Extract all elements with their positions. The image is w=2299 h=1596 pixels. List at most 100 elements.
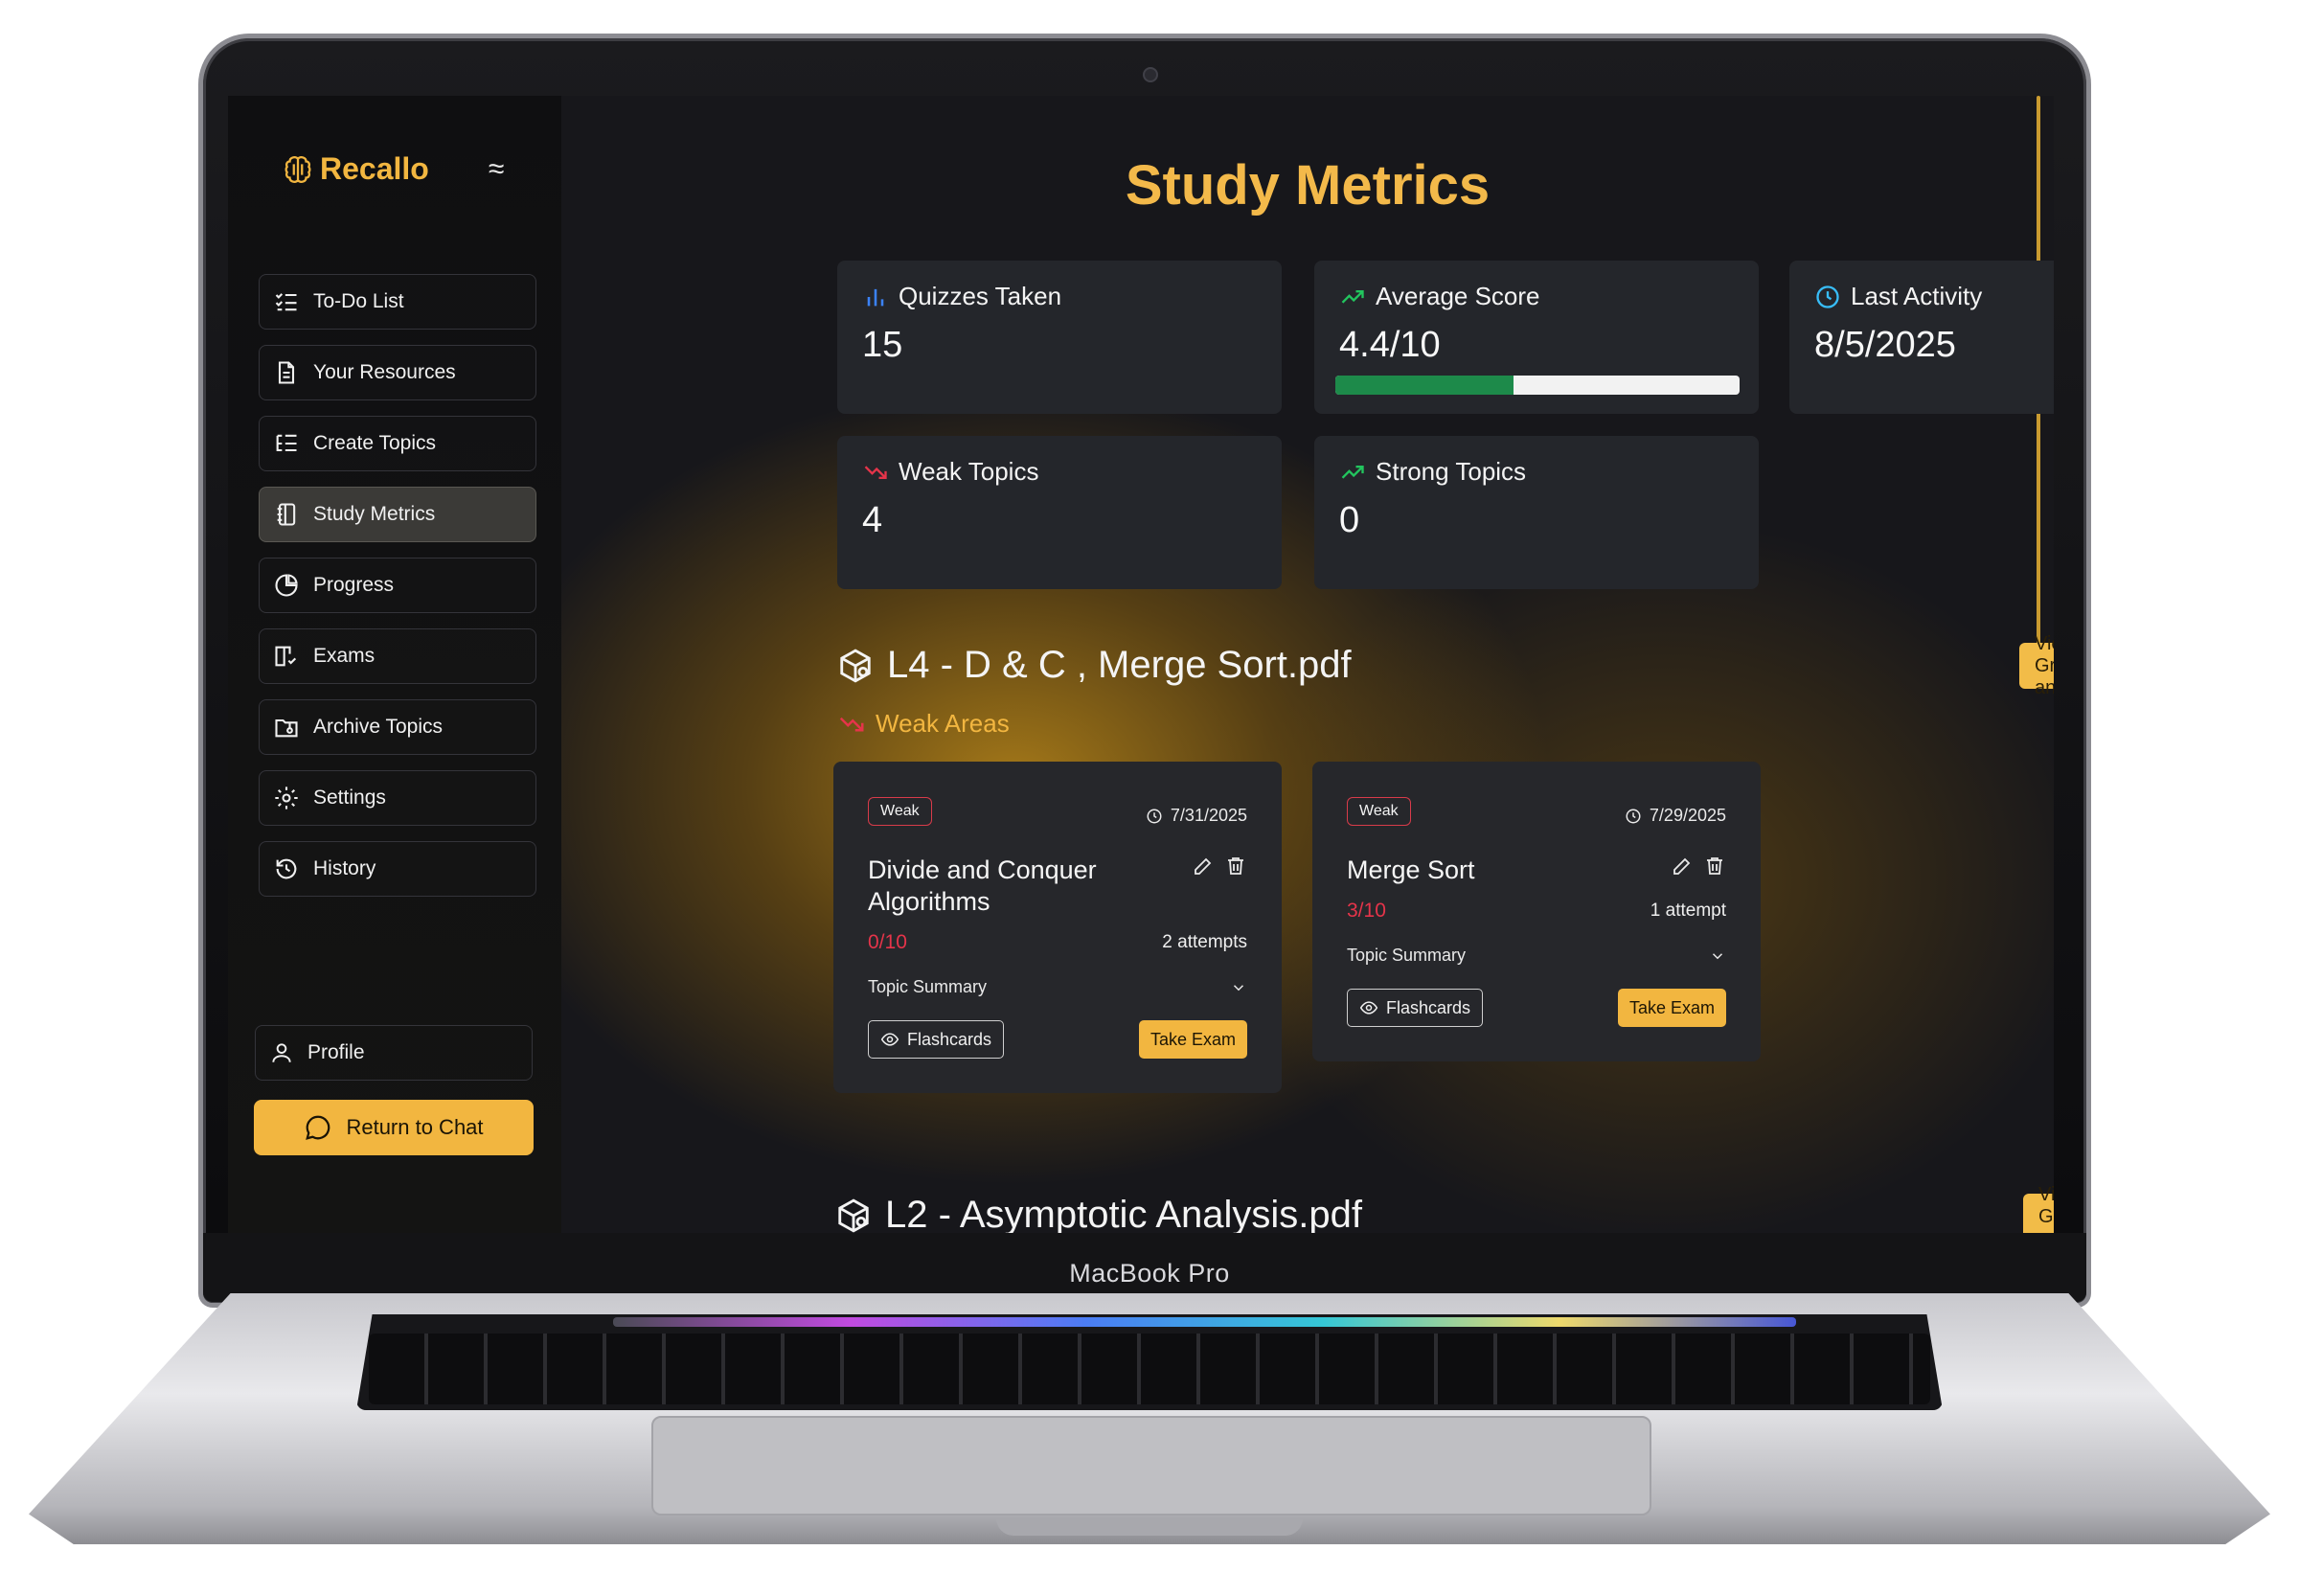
topic-summary-toggle[interactable]: Topic Summary (868, 977, 1247, 997)
sidebar-item-label: To-Do List (313, 290, 404, 312)
book-open-check-icon (275, 646, 297, 667)
bar-chart-icon (867, 288, 884, 306)
eye-icon (1359, 1001, 1378, 1015)
view-graph-analysis-button[interactable]: View Graph analysis (2019, 633, 2054, 698)
trackpad (651, 1416, 1651, 1516)
sidebar-item-label: Your Resources (313, 361, 456, 383)
weak-areas-label: Weak Areas (876, 709, 1010, 738)
sidebar-item-label: Study Metrics (313, 503, 436, 525)
history-icon (276, 858, 297, 879)
flashcards-button[interactable]: Flashcards (1347, 989, 1484, 1027)
take-exam-button[interactable]: Take Exam (1617, 989, 1726, 1027)
eye-icon (880, 1033, 899, 1046)
return-to-chat-label: Return to Chat (346, 1115, 484, 1139)
metric-value: 0 (1339, 500, 1360, 540)
metric-label: Weak Topics (899, 457, 1039, 486)
sidebar-item-label: History (313, 857, 376, 879)
trash-icon[interactable] (1703, 855, 1726, 878)
sidebar-item-create-topics[interactable]: Create Topics (259, 416, 536, 471)
camera-icon (1143, 67, 1158, 82)
profile-label: Profile (307, 1041, 365, 1063)
status-badge: Weak (1347, 796, 1411, 826)
package-search-icon (838, 1198, 869, 1232)
topic-attempts: 1 attempt (1650, 901, 1726, 921)
sidebar-item-exams[interactable]: Exams (259, 628, 536, 684)
topic-title: Divide and Conquer Algorithms (868, 855, 1097, 916)
score-progress-bar (1335, 376, 1740, 395)
page-title: Study Metrics (1125, 154, 1491, 217)
chevron-down-icon (1712, 952, 1723, 959)
sidebar-item-label: Settings (313, 787, 386, 809)
clock-icon (1816, 285, 1839, 308)
status-badge: Weak (868, 796, 932, 826)
document-icon (278, 361, 295, 384)
sidebar-item-label: Progress (313, 574, 395, 596)
topic-date: 7/31/2025 (1146, 806, 1247, 826)
brain-icon (285, 155, 311, 183)
metric-card-last-activity: Last Activity 8/5/2025 (1789, 261, 2054, 414)
metric-label: Last Activity (1851, 282, 1983, 310)
sidebar-item-label: Archive Topics (313, 716, 444, 738)
pencil-icon[interactable] (1192, 855, 1215, 878)
pie-chart-icon (275, 574, 298, 597)
sidebar-nav: To-Do List Your Resources Create Topics … (259, 274, 536, 912)
metric-card-quizzes-taken: Quizzes Taken 15 (837, 261, 1282, 414)
document-title: L2 - Asymptotic Analysis.pdf (835, 1194, 1362, 1233)
clock-icon (1147, 809, 1162, 823)
chat-bubble-icon (306, 1115, 330, 1140)
trending-up-icon (1341, 465, 1364, 479)
topic-score: 3/10 (1347, 900, 1386, 922)
trending-up-icon (1341, 289, 1364, 304)
topic-date-text: 7/31/2025 (1170, 806, 1247, 825)
topic-attempts: 2 attempts (1162, 932, 1247, 952)
metric-value: 15 (862, 325, 903, 365)
clock-icon (1626, 809, 1641, 823)
sidebar-item-to-do-list[interactable]: To-Do List (259, 274, 536, 330)
topic-summary-label: Topic Summary (868, 977, 988, 996)
weak-areas-heading: Weak Areas (837, 709, 1010, 739)
metric-value: 4 (862, 500, 883, 540)
topic-date-text: 7/29/2025 (1649, 806, 1726, 825)
pencil-icon[interactable] (1671, 855, 1694, 878)
touch-bar (613, 1317, 1796, 1327)
metric-label: Strong Topics (1376, 457, 1527, 486)
topic-card: Weak 7/29/2025 Merge Sort 3/10 1 attempt… (1312, 762, 1761, 1061)
sidebar-item-archive-topics[interactable]: Archive Topics (259, 699, 536, 755)
metric-value: 4.4/10 (1339, 325, 1441, 365)
trash-icon[interactable] (1224, 855, 1247, 878)
notebook-icon (277, 503, 296, 526)
metric-card-average-score: Average Score 4.4/10 (1314, 261, 1759, 414)
view-graph-analysis-button[interactable]: View Graph analysis (2023, 1184, 2054, 1233)
topic-summary-toggle[interactable]: Topic Summary (1347, 946, 1726, 966)
gear-icon (275, 787, 298, 809)
sidebar-item-study-metrics[interactable]: Study Metrics (259, 487, 536, 542)
app-screen: Recallo ≈ To-Do List Your Resources Crea… (228, 96, 2054, 1233)
sidebar-item-progress[interactable]: Progress (259, 558, 536, 613)
brand-logo[interactable]: Recallo (282, 151, 429, 187)
sidebar-item-history[interactable]: History (259, 841, 536, 897)
sidebar-item-your-resources[interactable]: Your Resources (259, 345, 536, 400)
keyboard-keys (369, 1334, 1930, 1404)
return-to-chat-button[interactable]: Return to Chat (254, 1100, 534, 1155)
sidebar-item-profile[interactable]: Profile (255, 1025, 533, 1081)
score-progress-fill (1335, 376, 1514, 395)
sidebar-item-label: Create Topics (313, 432, 437, 454)
metric-card-strong-topics: Strong Topics 0 (1314, 436, 1759, 589)
take-exam-button[interactable]: Take Exam (1138, 1020, 1247, 1059)
sidebar: Recallo ≈ To-Do List Your Resources Crea… (228, 96, 561, 1233)
metric-label: Quizzes Taken (899, 282, 1062, 310)
sidebar-item-settings[interactable]: Settings (259, 770, 536, 826)
chevron-down-icon (1233, 984, 1244, 991)
flashcards-button[interactable]: Flashcards (868, 1020, 1005, 1059)
topic-date: 7/29/2025 (1625, 806, 1726, 826)
document-title-text: L4 - D & C , Merge Sort.pdf (887, 644, 1352, 686)
flashcards-label: Flashcards (907, 1029, 992, 1049)
topic-score: 0/10 (868, 931, 907, 953)
metric-label: Average Score (1376, 282, 1540, 310)
user-icon (272, 1043, 291, 1062)
flashcards-label: Flashcards (1386, 997, 1471, 1017)
menu-toggle-icon[interactable]: ≈ (489, 153, 504, 186)
metric-card-weak-topics: Weak Topics 4 (837, 436, 1282, 589)
trending-down-icon (864, 465, 887, 479)
document-title: L4 - D & C , Merge Sort.pdf (837, 644, 1352, 687)
